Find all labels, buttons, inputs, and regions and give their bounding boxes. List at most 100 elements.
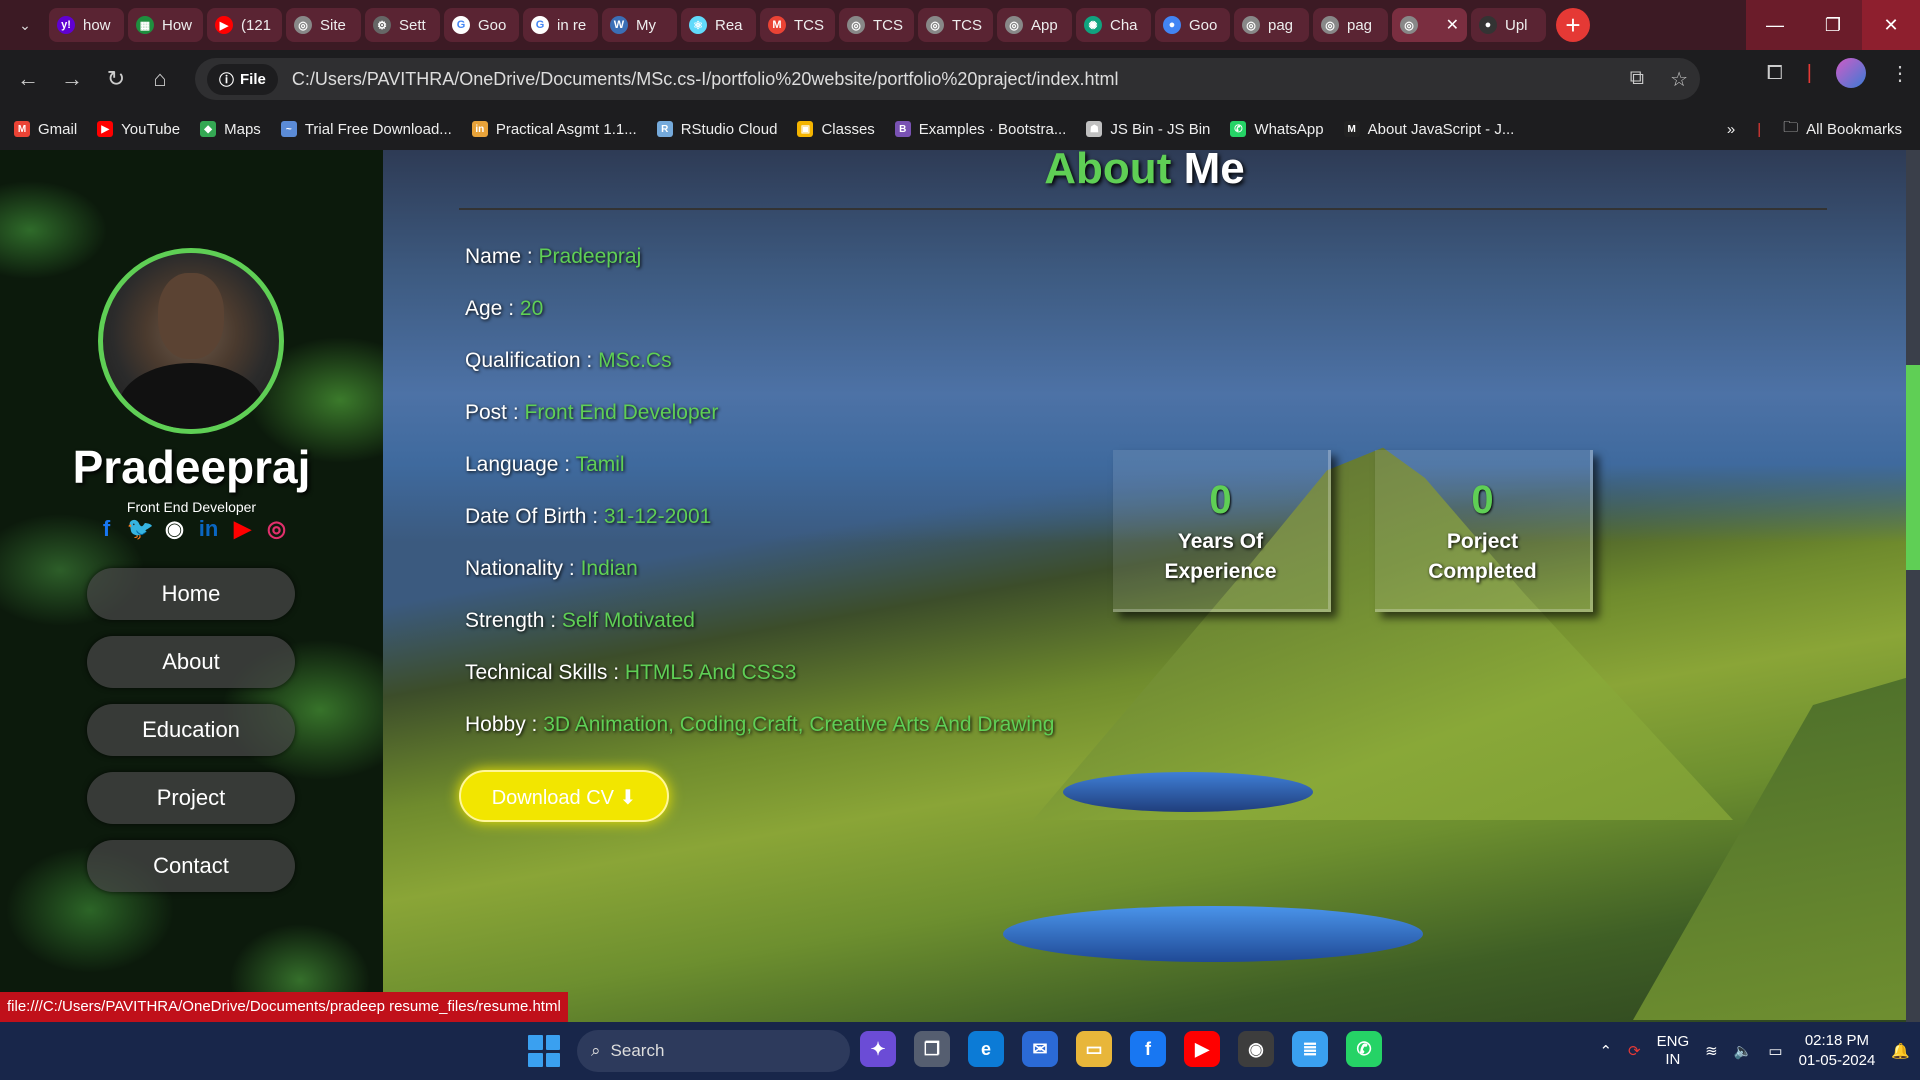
site-info-chip[interactable]: ⓘ File (207, 63, 278, 95)
stat-card-experience: 0 Years Of Experience (1113, 450, 1331, 612)
bookmark-item[interactable]: ▶ YouTube (97, 121, 180, 138)
minimize-icon[interactable]: — (1746, 0, 1804, 50)
browser-tab[interactable]: ◎ pag (1234, 8, 1309, 42)
whatsapp-icon[interactable]: ✆ (1346, 1031, 1382, 1067)
copilot-icon[interactable]: ✦ (860, 1031, 896, 1067)
profile-avatar[interactable] (1836, 58, 1866, 88)
volume-icon[interactable]: 🔈 (1734, 1042, 1753, 1060)
browser-tab[interactable]: y! how (49, 8, 124, 42)
bookmark-item[interactable]: R RStudio Cloud (656, 121, 777, 138)
sidebar: Pradeepraj Front End Developer f 🐦 ◉ in ▶ ◎ H… (0, 150, 383, 1022)
youtube-icon: ▶ (97, 121, 114, 137)
nav-education-button[interactable]: Education (87, 704, 295, 756)
extensions-icon[interactable]: ⧠ (1767, 62, 1783, 85)
browser-tab[interactable]: ◎ App (997, 8, 1072, 42)
stat-caption: Porject Completed (1375, 527, 1590, 587)
nav-home-button[interactable]: Home (87, 568, 295, 620)
browser-tab[interactable]: ▦ How (128, 8, 203, 42)
nav-project-button[interactable]: Project (87, 772, 295, 824)
tab-title: Rea (715, 16, 743, 34)
divider: | (1757, 120, 1762, 138)
bookmark-item[interactable]: M About JavaScript - J... (1343, 120, 1515, 138)
detail-row: Name : Pradeepraj (465, 245, 1054, 297)
restore-icon[interactable]: ❐ (1804, 0, 1862, 50)
nav-about-button[interactable]: About (87, 636, 295, 688)
tab-title: TCS (794, 16, 824, 34)
windows-start-icon[interactable] (528, 1035, 560, 1067)
browser-tab[interactable]: ● Goo (1155, 8, 1230, 42)
browser-tab[interactable]: G Goo (444, 8, 519, 42)
google-icon: G (452, 16, 470, 34)
browser-tab[interactable]: ◎ TCS (839, 8, 914, 42)
browser-tab[interactable]: M TCS (760, 8, 835, 42)
back-icon[interactable]: ← (6, 57, 50, 101)
scrollbar-thumb[interactable] (1906, 365, 1920, 570)
mdn-icon: M (1343, 121, 1360, 137)
tab-title: TCS (952, 16, 982, 34)
browser-tab[interactable]: ⚛ Rea (681, 8, 756, 42)
browser-tab[interactable]: ◎ Site (286, 8, 361, 42)
browser-tab[interactable]: ⚙ Sett (365, 8, 440, 42)
linkedin-icon[interactable]: in (197, 516, 221, 542)
browser-tab[interactable]: Gin re (523, 8, 598, 42)
sidebar-nav: Home About Education Project Contact (87, 568, 295, 908)
notepad-icon[interactable]: ≣ (1292, 1031, 1328, 1067)
battery-icon[interactable]: ▭ (1768, 1042, 1782, 1060)
nav-contact-button[interactable]: Contact (87, 840, 295, 892)
menu-dots-icon[interactable]: ⋮ (1890, 61, 1910, 86)
clock[interactable]: 02:18 PM 01-05-2024 (1799, 1031, 1876, 1071)
bookmark-item[interactable]: ☗ JS Bin - JS Bin (1086, 121, 1210, 138)
page-scrollbar[interactable] (1906, 150, 1920, 1022)
address-bar[interactable]: ⓘ File C:/Users/PAVITHRA/OneDrive/Docume… (195, 58, 1700, 100)
taskbar-search[interactable]: ⌕ Search (577, 1030, 850, 1072)
tab-search-chevron-icon[interactable]: ⌄ (5, 5, 45, 45)
background-lake (1003, 906, 1423, 962)
browser-tab[interactable]: ▶ (121 (207, 8, 282, 42)
twitter-icon[interactable]: 🐦 (127, 516, 154, 542)
browser-tab[interactable]: ◎ pag (1313, 8, 1388, 42)
bookmark-item[interactable]: ✆ WhatsApp (1230, 121, 1324, 138)
translate-icon[interactable]: ⧉ (1630, 67, 1644, 92)
chevron-up-icon[interactable]: ⌃ (1599, 1042, 1612, 1060)
download-cv-button[interactable]: Download CV ⬇ (459, 770, 669, 822)
bookmark-item[interactable]: ~ Trial Free Download... (280, 121, 452, 138)
search-label: Search (610, 1041, 665, 1060)
browser-tab[interactable]: ✺ Cha (1076, 8, 1151, 42)
more-bookmarks-icon[interactable]: » (1727, 121, 1735, 138)
taskview-icon[interactable]: ❐ (914, 1031, 950, 1067)
youtube-icon[interactable]: ▶ (231, 516, 255, 542)
all-bookmarks-button[interactable]: 🗀 All Bookmarks (1783, 117, 1902, 142)
home-icon[interactable]: ⌂ (138, 57, 182, 101)
bookmark-label: About JavaScript - J... (1367, 120, 1515, 138)
edge-icon[interactable]: e (968, 1031, 1004, 1067)
tab-title: App (1031, 16, 1058, 34)
bookmark-item[interactable]: B Examples · Bootstra... (894, 121, 1066, 138)
notification-bell-icon[interactable]: 🔔 (1891, 1042, 1910, 1060)
reload-icon[interactable]: ↻ (94, 57, 138, 101)
forward-icon[interactable]: → (50, 57, 94, 101)
explorer-icon[interactable]: ▭ (1076, 1031, 1112, 1067)
close-window-icon[interactable]: ✕ (1862, 0, 1920, 50)
new-tab-button[interactable]: + (1556, 8, 1590, 42)
youtube-icon[interactable]: ▶ (1184, 1031, 1220, 1067)
browser-tab[interactable]: ● Upl (1471, 8, 1546, 42)
language-indicator[interactable]: ENG IN (1657, 1033, 1690, 1069)
wifi-icon[interactable]: ≋ (1705, 1042, 1718, 1060)
bookmark-item[interactable]: ▣ Classes (797, 121, 875, 138)
bookmark-item[interactable]: ◆ Maps (200, 121, 261, 138)
browser-tab[interactable]: ◎ TCS (918, 8, 993, 42)
instagram-icon[interactable]: ◎ (265, 516, 289, 542)
browser-tab[interactable]: ◎ ✕ (1392, 8, 1467, 42)
mail-icon[interactable]: ✉ (1022, 1031, 1058, 1067)
browser-tab[interactable]: W My (602, 8, 677, 42)
bookmark-item[interactable]: in Practical Asgmt 1.1... (471, 121, 637, 138)
sync-icon[interactable]: ⟳ (1628, 1042, 1641, 1060)
facebook-icon[interactable]: f (1130, 1031, 1166, 1067)
url-text[interactable]: C:/Users/PAVITHRA/OneDrive/Documents/MSc… (292, 69, 1119, 90)
facebook-icon[interactable]: f (95, 516, 119, 542)
github-icon[interactable]: ◉ (163, 516, 187, 542)
tab-close-icon[interactable]: ✕ (1446, 15, 1459, 35)
chrome-icon[interactable]: ◉ (1238, 1031, 1274, 1067)
bookmark-item[interactable]: M Gmail (14, 121, 77, 138)
bookmark-star-icon[interactable]: ☆ (1670, 67, 1688, 92)
